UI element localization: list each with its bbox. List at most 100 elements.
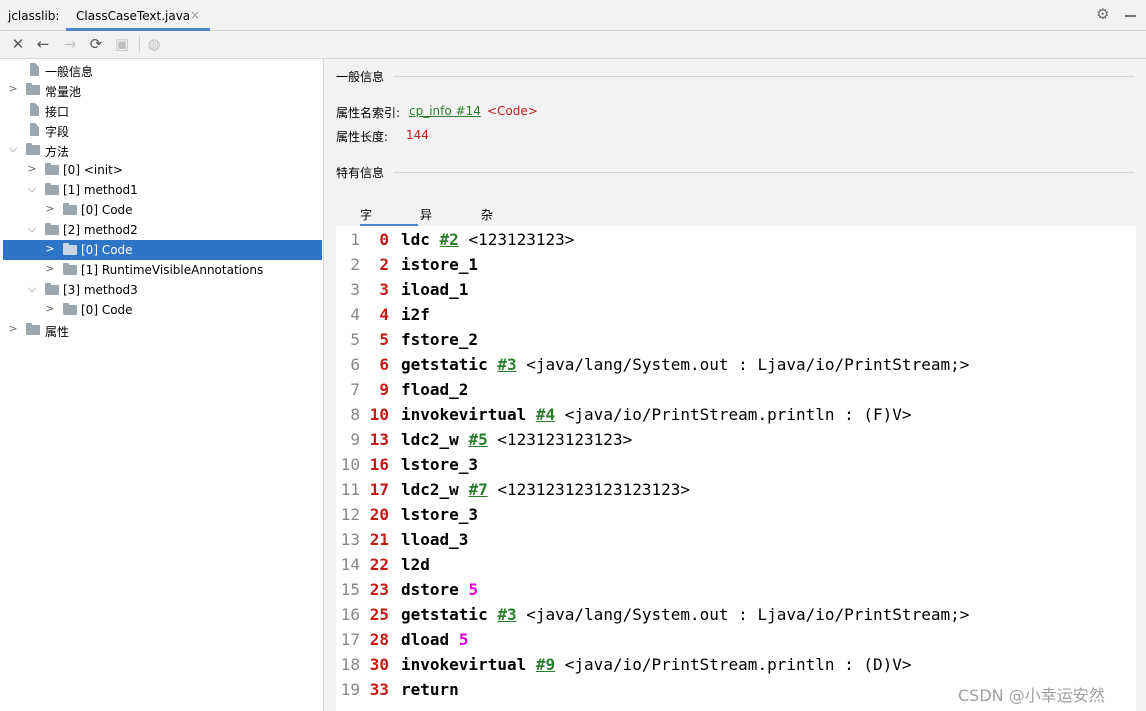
bytecode-offset: 17 bbox=[369, 480, 389, 499]
tool-window-title: jclasslib: bbox=[8, 9, 60, 23]
chevron-right-icon[interactable]: > bbox=[7, 82, 19, 96]
bytecode-instruction: ldc2_w #7 <123123123123123123> bbox=[401, 477, 690, 502]
chevron-right-icon[interactable]: > bbox=[7, 322, 19, 336]
tree-item-label: 方法 bbox=[45, 145, 70, 159]
tree-item-attributes[interactable]: > 属性 bbox=[3, 320, 322, 340]
constant-pool-ref[interactable]: #7 bbox=[468, 480, 487, 499]
chevron-right-icon[interactable]: > bbox=[26, 162, 38, 176]
tree-item-label: 常量池 bbox=[45, 85, 82, 99]
line-number: 15 bbox=[340, 580, 360, 599]
tree-item-method3-code[interactable]: > [0] Code bbox=[3, 300, 322, 320]
line-number: 19 bbox=[340, 680, 360, 699]
tree-item-label: [3] method3 bbox=[63, 283, 138, 297]
refresh-icon[interactable]: ⟳ bbox=[87, 35, 105, 53]
browser-icon[interactable]: ◍ bbox=[145, 35, 163, 53]
bytecode-instruction: lstore_3 bbox=[401, 502, 478, 527]
tree-item-label: [0] Code bbox=[81, 203, 133, 217]
bytecode-viewer[interactable]: 1 0 ldc #2 <123123123> 2 2 istore_1 3 3 iload_1 4… bbox=[336, 226, 1136, 711]
bytecode-offset: 5 bbox=[379, 330, 389, 349]
opcode: fload_2 bbox=[401, 380, 469, 399]
tree-item-label: 字段 bbox=[45, 125, 70, 139]
folder-icon bbox=[45, 283, 59, 295]
back-icon[interactable]: ← bbox=[34, 35, 52, 53]
bytecode-instruction: iload_1 bbox=[401, 277, 468, 302]
tab-close-icon[interactable]: × bbox=[190, 8, 200, 22]
tree-item-general-info[interactable]: 一般信息 bbox=[3, 60, 322, 80]
folder-icon bbox=[45, 163, 59, 175]
bytecode-instruction: getstatic #3 <java/lang/System.out : Lja… bbox=[401, 352, 969, 377]
bytecode-instruction: invokevirtual #9 <java/io/PrintStream.pr… bbox=[401, 652, 912, 677]
specific-info-title: 特有信息 bbox=[336, 166, 385, 180]
chevron-down-icon[interactable]: ⌵ bbox=[26, 182, 38, 196]
constant-pool-ref[interactable]: #5 bbox=[468, 430, 487, 449]
folder-icon bbox=[26, 83, 40, 95]
chevron-down-icon[interactable]: ⌵ bbox=[26, 282, 38, 296]
line-number: 9 bbox=[350, 430, 360, 449]
line-number: 16 bbox=[340, 605, 360, 624]
folder-icon bbox=[45, 183, 59, 195]
constant-pool-ref[interactable]: #3 bbox=[497, 355, 516, 374]
line-number: 1 bbox=[350, 230, 360, 249]
opcode: ldc bbox=[401, 230, 430, 249]
tree-item-label: 属性 bbox=[45, 325, 70, 339]
chevron-right-icon[interactable]: > bbox=[44, 242, 56, 256]
constant-pool-ref[interactable]: #2 bbox=[440, 230, 459, 249]
opcode: lload_3 bbox=[401, 530, 469, 549]
line-number: 4 bbox=[350, 305, 360, 324]
chevron-right-icon[interactable]: > bbox=[44, 302, 56, 316]
opcode: getstatic bbox=[401, 355, 488, 374]
tree-item-method3[interactable]: ⌵ [3] method3 bbox=[3, 280, 322, 300]
resolved-comment: <123123123123> bbox=[497, 430, 633, 449]
constant-pool-ref[interactable]: #4 bbox=[536, 405, 555, 424]
close-icon[interactable]: ✕ bbox=[9, 35, 27, 53]
constant-pool-ref[interactable]: #9 bbox=[536, 655, 555, 674]
tree-item-label: [0] Code bbox=[81, 303, 133, 317]
detail-panel: 一般信息 属性名索引: cp_info #14 <Code> 属性长度: 144… bbox=[324, 59, 1146, 711]
tree-item-method-init[interactable]: > [0] <init> bbox=[3, 160, 322, 180]
chevron-down-icon[interactable]: ⌵ bbox=[26, 222, 38, 236]
gear-icon[interactable]: ⚙ bbox=[1096, 7, 1109, 22]
tree-item-interfaces[interactable]: 接口 bbox=[3, 100, 322, 120]
name-index-label: 属性名索引: bbox=[336, 106, 401, 120]
chevron-right-icon[interactable]: > bbox=[44, 262, 56, 276]
tree-item-label: [0] <init> bbox=[63, 163, 123, 177]
tab-classcasetext[interactable]: ClassCaseText.java × bbox=[66, 0, 210, 31]
constant-pool-ref[interactable]: #3 bbox=[497, 605, 516, 624]
save-icon[interactable]: ▣ bbox=[113, 35, 131, 53]
resolved-comment: <java/lang/System.out : Ljava/io/PrintSt… bbox=[526, 605, 970, 624]
tool-window-header: jclasslib: ClassCaseText.java × ⚙ bbox=[0, 0, 1146, 31]
forward-icon[interactable]: → bbox=[61, 35, 79, 53]
bytecode-instruction: invokevirtual #4 <java/io/PrintStream.pr… bbox=[401, 402, 912, 427]
file-icon bbox=[30, 103, 39, 116]
chevron-right-icon[interactable]: > bbox=[44, 202, 56, 216]
line-number: 2 bbox=[350, 255, 360, 274]
name-index-link[interactable]: cp_info #14 bbox=[409, 104, 481, 118]
opcode: i2f bbox=[401, 305, 430, 324]
tree-item-label: 一般信息 bbox=[45, 65, 94, 79]
opcode: lstore_3 bbox=[401, 505, 479, 524]
line-number: 6 bbox=[350, 355, 360, 374]
bytecode-offset: 20 bbox=[369, 505, 389, 524]
tree-item-methods[interactable]: ⌵ 方法 bbox=[3, 140, 322, 160]
tree-item-constant-pool[interactable]: > 常量池 bbox=[3, 80, 322, 100]
bytecode-offset: 30 bbox=[369, 655, 389, 674]
minimize-icon[interactable] bbox=[1125, 15, 1136, 17]
tree-item-method2-code[interactable]: > [0] Code bbox=[3, 240, 322, 260]
bytecode-instruction: fstore_2 bbox=[401, 327, 478, 352]
tree-item-fields[interactable]: 字段 bbox=[3, 120, 322, 140]
tree-item-method2-annotations[interactable]: > [1] RuntimeVisibleAnnotations bbox=[3, 260, 322, 280]
opcode: ldc2_w bbox=[401, 430, 459, 449]
bytecode-offset: 16 bbox=[369, 455, 389, 474]
line-number: 8 bbox=[350, 405, 360, 424]
bytecode-offset: 25 bbox=[369, 605, 389, 624]
bytecode-offset: 23 bbox=[369, 580, 389, 599]
tree-item-method2[interactable]: ⌵ [2] method2 bbox=[3, 220, 322, 240]
tree-item-method1[interactable]: ⌵ [1] method1 bbox=[3, 180, 322, 200]
folder-icon bbox=[26, 323, 40, 335]
bytecode-offset: 10 bbox=[369, 405, 389, 424]
attribute-length-label: 属性长度: bbox=[336, 130, 389, 144]
bytecode-offset: 2 bbox=[379, 255, 389, 274]
tree-item-method1-code[interactable]: > [0] Code bbox=[3, 200, 322, 220]
chevron-down-icon[interactable]: ⌵ bbox=[7, 142, 19, 156]
folder-icon bbox=[63, 263, 77, 275]
